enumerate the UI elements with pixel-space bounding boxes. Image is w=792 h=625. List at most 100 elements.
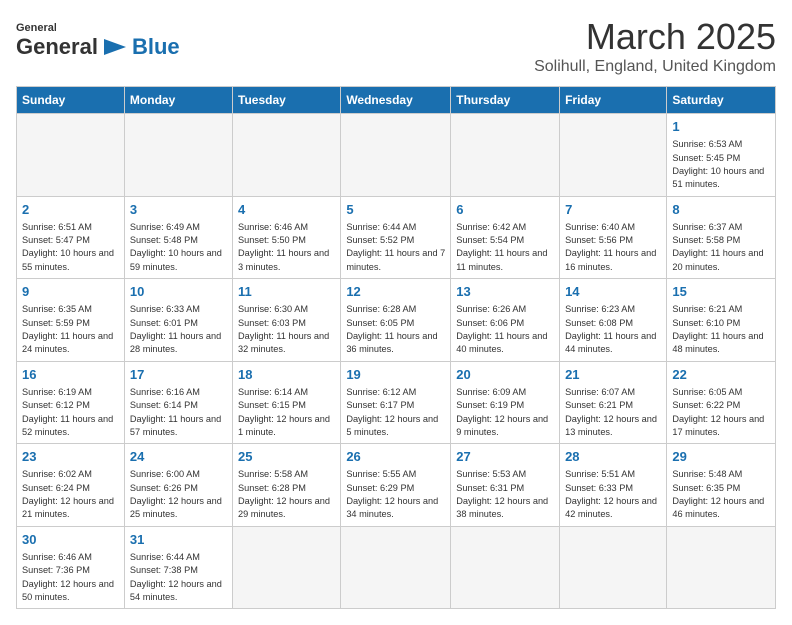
calendar-cell <box>451 526 560 609</box>
calendar-cell: 25 Sunrise: 5:58 AM Sunset: 6:28 PM Dayli… <box>233 444 341 527</box>
calendar-cell: 2Sunrise: 6:51 AM Sunset: 5:47 PM Daylig… <box>17 196 125 279</box>
calendar-cell <box>667 526 776 609</box>
calendar-header-wednesday: Wednesday <box>341 87 451 114</box>
day-info: Sunrise: 6:46 AM Sunset: 7:36 PM Dayligh… <box>22 551 119 604</box>
day-info: Sunrise: 6:40 AM Sunset: 5:56 PM Dayligh… <box>565 221 661 274</box>
calendar-cell: 1 Sunrise: 6:53 AM Sunset: 5:45 PM Daylig… <box>667 114 776 197</box>
calendar-cell: 10Sunrise: 6:33 AM Sunset: 6:01 PM Dayli… <box>124 279 232 362</box>
calendar-cell: 12 Sunrise: 6:28 AM Sunset: 6:05 PM Dayli… <box>341 279 451 362</box>
calendar-cell <box>341 526 451 609</box>
day-info: Sunrise: 6:19 AM Sunset: 6:12 PM Dayligh… <box>22 386 119 439</box>
day-info: Sunrise: 6:21 AM Sunset: 6:10 PM Dayligh… <box>672 303 770 356</box>
day-info: Sunrise: 6:28 AM Sunset: 6:05 PM Dayligh… <box>346 303 445 356</box>
day-number: 12 <box>346 283 445 301</box>
day-info: Sunrise: 6:26 AM Sunset: 6:06 PM Dayligh… <box>456 303 554 356</box>
logo-general: General <box>16 34 98 60</box>
svg-text:General: General <box>16 22 56 34</box>
day-info: Sunrise: 6:16 AM Sunset: 6:14 PM Dayligh… <box>130 386 227 439</box>
day-number: 10 <box>130 283 227 301</box>
calendar-header-friday: Friday <box>560 87 667 114</box>
calendar-body: 1 Sunrise: 6:53 AM Sunset: 5:45 PM Daylig… <box>17 114 776 609</box>
day-info: Sunrise: 6:53 AM Sunset: 5:45 PM Dayligh… <box>672 138 770 191</box>
header: General General Blue March 2025 Solihull… <box>16 16 776 76</box>
day-number: 21 <box>565 366 661 384</box>
calendar-cell: 15 Sunrise: 6:21 AM Sunset: 6:10 PM Dayli… <box>667 279 776 362</box>
day-number: 29 <box>672 448 770 466</box>
day-number: 17 <box>130 366 227 384</box>
day-number: 22 <box>672 366 770 384</box>
day-number: 27 <box>456 448 554 466</box>
day-info: Sunrise: 5:58 AM Sunset: 6:28 PM Dayligh… <box>238 468 335 521</box>
day-number: 7 <box>565 201 661 219</box>
calendar-cell: 30 Sunrise: 6:46 AM Sunset: 7:36 PM Dayli… <box>17 526 125 609</box>
calendar: SundayMondayTuesdayWednesdayThursdayFrid… <box>16 86 776 609</box>
title-area: March 2025 Solihull, England, United Kin… <box>534 16 776 76</box>
day-number: 6 <box>456 201 554 219</box>
day-info: Sunrise: 6:49 AM Sunset: 5:48 PM Dayligh… <box>130 221 227 274</box>
day-info: Sunrise: 6:44 AM Sunset: 5:52 PM Dayligh… <box>346 221 445 274</box>
day-info: Sunrise: 6:12 AM Sunset: 6:17 PM Dayligh… <box>346 386 445 439</box>
day-number: 1 <box>672 118 770 136</box>
calendar-cell: 11 Sunrise: 6:30 AM Sunset: 6:03 PM Dayli… <box>233 279 341 362</box>
day-info: Sunrise: 6:30 AM Sunset: 6:03 PM Dayligh… <box>238 303 335 356</box>
calendar-cell <box>233 526 341 609</box>
calendar-cell <box>233 114 341 197</box>
day-info: Sunrise: 6:09 AM Sunset: 6:19 PM Dayligh… <box>456 386 554 439</box>
calendar-header-sunday: Sunday <box>17 87 125 114</box>
calendar-cell: 7 Sunrise: 6:40 AM Sunset: 5:56 PM Daylig… <box>560 196 667 279</box>
day-number: 20 <box>456 366 554 384</box>
calendar-week-3: 9Sunrise: 6:35 AM Sunset: 5:59 PM Daylig… <box>17 279 776 362</box>
day-number: 18 <box>238 366 335 384</box>
calendar-cell: 28Sunrise: 5:51 AM Sunset: 6:33 PM Dayli… <box>560 444 667 527</box>
calendar-cell <box>560 526 667 609</box>
day-number: 8 <box>672 201 770 219</box>
day-number: 31 <box>130 531 227 549</box>
day-number: 5 <box>346 201 445 219</box>
calendar-cell: 16 Sunrise: 6:19 AM Sunset: 6:12 PM Dayli… <box>17 361 125 444</box>
calendar-cell: 19Sunrise: 6:12 AM Sunset: 6:17 PM Dayli… <box>341 361 451 444</box>
calendar-week-4: 16 Sunrise: 6:19 AM Sunset: 6:12 PM Dayli… <box>17 361 776 444</box>
calendar-cell: 5 Sunrise: 6:44 AM Sunset: 5:52 PM Daylig… <box>341 196 451 279</box>
day-number: 15 <box>672 283 770 301</box>
day-info: Sunrise: 6:05 AM Sunset: 6:22 PM Dayligh… <box>672 386 770 439</box>
day-info: Sunrise: 6:14 AM Sunset: 6:15 PM Dayligh… <box>238 386 335 439</box>
day-number: 25 <box>238 448 335 466</box>
day-info: Sunrise: 6:02 AM Sunset: 6:24 PM Dayligh… <box>22 468 119 521</box>
logo-flag-icon <box>100 35 130 59</box>
day-info: Sunrise: 6:46 AM Sunset: 5:50 PM Dayligh… <box>238 221 335 274</box>
location-title: Solihull, England, United Kingdom <box>534 58 776 76</box>
calendar-cell: 9Sunrise: 6:35 AM Sunset: 5:59 PM Daylig… <box>17 279 125 362</box>
day-info: Sunrise: 5:51 AM Sunset: 6:33 PM Dayligh… <box>565 468 661 521</box>
day-info: Sunrise: 6:00 AM Sunset: 6:26 PM Dayligh… <box>130 468 227 521</box>
calendar-cell: 23 Sunrise: 6:02 AM Sunset: 6:24 PM Dayli… <box>17 444 125 527</box>
day-number: 16 <box>22 366 119 384</box>
logo: General General Blue <box>16 16 180 60</box>
day-info: Sunrise: 5:55 AM Sunset: 6:29 PM Dayligh… <box>346 468 445 521</box>
calendar-cell: 3 Sunrise: 6:49 AM Sunset: 5:48 PM Daylig… <box>124 196 232 279</box>
day-number: 30 <box>22 531 119 549</box>
calendar-cell: 22 Sunrise: 6:05 AM Sunset: 6:22 PM Dayli… <box>667 361 776 444</box>
day-number: 26 <box>346 448 445 466</box>
day-number: 14 <box>565 283 661 301</box>
calendar-header-saturday: Saturday <box>667 87 776 114</box>
calendar-week-1: 1 Sunrise: 6:53 AM Sunset: 5:45 PM Daylig… <box>17 114 776 197</box>
day-info: Sunrise: 6:07 AM Sunset: 6:21 PM Dayligh… <box>565 386 661 439</box>
calendar-cell <box>560 114 667 197</box>
day-number: 24 <box>130 448 227 466</box>
logo-blue: Blue <box>132 34 180 60</box>
calendar-week-6: 30 Sunrise: 6:46 AM Sunset: 7:36 PM Dayli… <box>17 526 776 609</box>
day-info: Sunrise: 6:35 AM Sunset: 5:59 PM Dayligh… <box>22 303 119 356</box>
calendar-cell: 8Sunrise: 6:37 AM Sunset: 5:58 PM Daylig… <box>667 196 776 279</box>
calendar-header-thursday: Thursday <box>451 87 560 114</box>
calendar-cell: 20 Sunrise: 6:09 AM Sunset: 6:19 PM Dayli… <box>451 361 560 444</box>
day-number: 11 <box>238 283 335 301</box>
day-info: Sunrise: 6:44 AM Sunset: 7:38 PM Dayligh… <box>130 551 227 604</box>
day-number: 3 <box>130 201 227 219</box>
day-number: 23 <box>22 448 119 466</box>
day-info: Sunrise: 6:23 AM Sunset: 6:08 PM Dayligh… <box>565 303 661 356</box>
day-info: Sunrise: 6:42 AM Sunset: 5:54 PM Dayligh… <box>456 221 554 274</box>
calendar-cell: 4Sunrise: 6:46 AM Sunset: 5:50 PM Daylig… <box>233 196 341 279</box>
calendar-cell: 24 Sunrise: 6:00 AM Sunset: 6:26 PM Dayli… <box>124 444 232 527</box>
day-info: Sunrise: 5:53 AM Sunset: 6:31 PM Dayligh… <box>456 468 554 521</box>
calendar-cell <box>17 114 125 197</box>
